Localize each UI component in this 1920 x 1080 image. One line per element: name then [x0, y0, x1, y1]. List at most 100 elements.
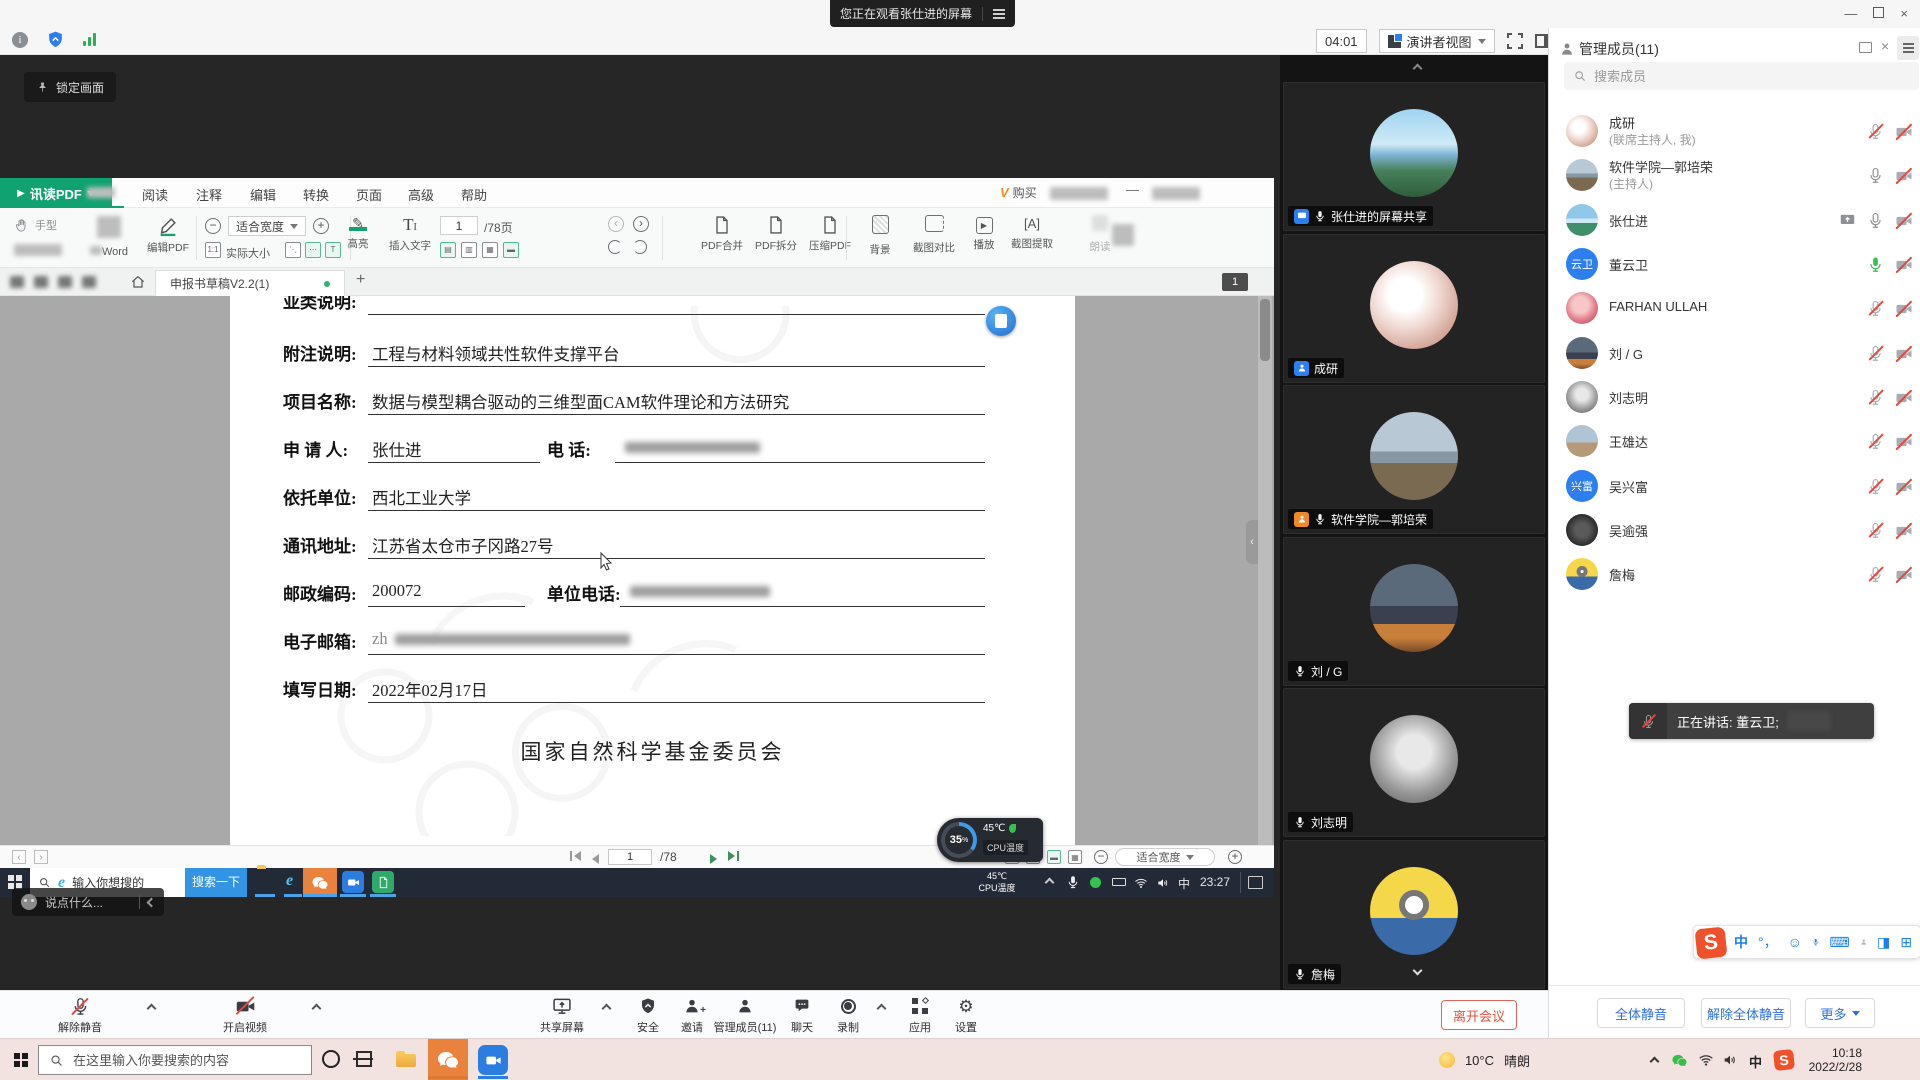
pdf-menu-help[interactable]: 帮助 [461, 185, 487, 204]
shield-icon[interactable] [46, 30, 65, 49]
tray-sogou-icon[interactable]: S [1773, 1049, 1795, 1071]
tiles-scroll-down-icon[interactable] [1413, 966, 1423, 976]
last-page-button[interactable] [728, 851, 739, 861]
camera-off-icon[interactable] [1895, 345, 1913, 363]
emoji-icon[interactable] [21, 894, 37, 910]
pdf-document-area[interactable]: 亚类说明: 附注说明: 工程与材料领域共性软件支撑平台 项目名称: 数据与模型耦… [0, 296, 1274, 845]
camera-off-icon[interactable] [1895, 433, 1913, 451]
ime-toolbox-icon[interactable]: ⊞ [1900, 935, 1912, 949]
member-row[interactable]: 吴逾强 [1549, 508, 1920, 552]
share-screen-button[interactable]: 共享屏幕 [514, 996, 610, 1035]
pdf-menu-annotate[interactable]: 注释 [196, 185, 222, 204]
mic-muted-icon[interactable] [1867, 345, 1884, 362]
shared-cpu-temp-tray[interactable]: 45℃CPU温度 [962, 870, 1032, 894]
mic-on-icon[interactable] [1867, 212, 1884, 229]
convert-word-tool[interactable]: Word [84, 216, 134, 258]
layout-scroll-icon[interactable]: ▬ [503, 242, 519, 258]
zoom-out-button[interactable]: − [205, 218, 221, 234]
shared-tray-volume-icon[interactable] [1156, 876, 1170, 890]
unmute-button[interactable]: 解除静音 [32, 996, 128, 1035]
screenshot-extract-tool[interactable]: [A] 截图提取 [1004, 215, 1060, 251]
fit-width-dropdown[interactable]: 适合宽度 [228, 216, 306, 236]
mic-muted-icon[interactable] [1867, 566, 1884, 583]
member-row[interactable]: 刘志明 [1549, 375, 1920, 419]
view-mode-icon-4[interactable]: ▦ [1068, 850, 1082, 864]
zoom-in-bottom-button[interactable]: + [1228, 850, 1242, 864]
background-tool[interactable]: 背景 [852, 215, 908, 257]
home-icon[interactable] [130, 274, 146, 290]
first-page-button[interactable] [570, 851, 581, 861]
member-row[interactable]: FARHAN ULLAH [1549, 286, 1920, 330]
minimize-icon[interactable]: — [1844, 6, 1857, 21]
weather-widget[interactable]: 10°C 晴朗 [1439, 1039, 1530, 1080]
tray-expand-icon[interactable] [1650, 1057, 1660, 1067]
doc-scrollbar-thumb[interactable] [1260, 299, 1270, 361]
pdf-split-tool[interactable]: PDF拆分 [748, 215, 804, 253]
video-options-icon[interactable] [312, 1004, 322, 1014]
rotate-cw-icon[interactable] [608, 240, 622, 254]
cpu-monitor-overlay[interactable]: 35% 45℃ CPU温度 [937, 818, 1043, 862]
ime-toolbar[interactable]: S 中 °， ☺ ⌨ ◨ ⊞ [1693, 925, 1920, 959]
ime-skin-icon[interactable]: ◨ [1877, 935, 1890, 949]
camera-off-icon[interactable] [1895, 566, 1913, 584]
toolbar-page-input[interactable]: 1 [440, 216, 478, 235]
camera-off-icon[interactable] [1895, 212, 1913, 230]
shared-taskbar-wechat-icon[interactable] [303, 868, 337, 897]
close-icon[interactable]: × [1900, 6, 1908, 21]
shared-tray-green-icon[interactable] [1090, 877, 1101, 888]
next-page-button[interactable] [710, 851, 717, 869]
info-icon[interactable]: i [12, 32, 28, 48]
tiles-scroll-up-icon[interactable] [1413, 64, 1423, 74]
ime-punctuation-icon[interactable]: °， [1758, 935, 1778, 949]
pdf-menu-convert[interactable]: 转换 [303, 185, 329, 204]
video-tile-guopeirong[interactable]: 软件学院—郭培荣 [1283, 385, 1545, 534]
pdf-minimize-icon[interactable]: — [1126, 182, 1139, 197]
camera-off-icon[interactable] [1895, 522, 1913, 540]
fullscreen-icon[interactable] [1507, 33, 1523, 49]
shared-taskbar-ie-icon[interactable]: e [286, 872, 293, 890]
ime-keyboard-icon[interactable]: ⌨ [1829, 935, 1849, 949]
mic-muted-icon[interactable] [1867, 300, 1884, 317]
page-number-input[interactable]: 1 [608, 849, 652, 865]
camera-off-icon[interactable] [1895, 389, 1913, 407]
shared-search-button[interactable]: 搜索一下 [185, 868, 247, 897]
shared-tray-mic-icon[interactable] [1066, 875, 1080, 889]
member-row[interactable]: 成研 (联席主持人, 我) [1549, 109, 1920, 153]
start-button[interactable] [14, 1053, 20, 1059]
tray-clock[interactable]: 10:18 2022/2/28 [1809, 1046, 1862, 1074]
lock-screen-button[interactable]: 锁定画面 [24, 72, 116, 102]
ime-voice-icon[interactable] [1812, 935, 1819, 949]
shared-tray-expand-icon[interactable] [1045, 878, 1055, 888]
view-mode-dropdown[interactable]: 演讲者视图 [1379, 29, 1495, 53]
pdf-merge-tool[interactable]: PDF合并 [694, 215, 750, 253]
layout-single-icon[interactable]: ▤ [440, 242, 456, 258]
panel-collapse-handle[interactable]: ‹ [1246, 520, 1258, 564]
mic-on-icon[interactable] [1867, 167, 1884, 184]
zoom-in-button[interactable]: + [313, 218, 329, 234]
member-search-box[interactable] [1564, 62, 1919, 90]
more-button[interactable]: 更多 [1805, 998, 1875, 1028]
camera-off-icon[interactable] [1895, 478, 1913, 496]
popout-panel-icon[interactable] [1859, 42, 1872, 53]
layout-quad-icon[interactable]: ▦ [482, 242, 498, 258]
prev-view-icon[interactable]: ‹ [608, 216, 624, 232]
member-search-input[interactable] [1594, 69, 1874, 84]
actual-size-icon[interactable]: 1:1 [205, 242, 221, 258]
camera-off-icon[interactable] [1895, 300, 1913, 318]
video-tile-liuzhiming[interactable]: 刘志明 [1283, 688, 1545, 837]
panel-menu-icon[interactable] [1897, 36, 1919, 60]
buy-vip-button[interactable]: V 购买 [1000, 184, 1037, 201]
view-option-icon-1[interactable]: ⋱ [285, 242, 301, 258]
banner-menu-icon[interactable] [993, 13, 1005, 15]
mic-muted-icon[interactable] [1867, 522, 1884, 539]
settings-button[interactable]: ⚙ 设置 [918, 996, 1014, 1035]
cortana-icon[interactable] [322, 1050, 340, 1068]
shared-tray-battery-icon[interactable] [1112, 878, 1126, 886]
pdf-menu-advanced[interactable]: 高级 [408, 185, 434, 204]
pdf-menu-edit[interactable]: 编辑 [250, 185, 276, 204]
mic-muted-icon[interactable] [1867, 433, 1884, 450]
sogou-logo-icon[interactable]: S [1695, 927, 1728, 960]
member-row[interactable]: 刘 / G [1549, 331, 1920, 375]
member-row[interactable]: 王雄达 [1549, 419, 1920, 463]
mic-muted-icon[interactable] [1867, 478, 1884, 495]
